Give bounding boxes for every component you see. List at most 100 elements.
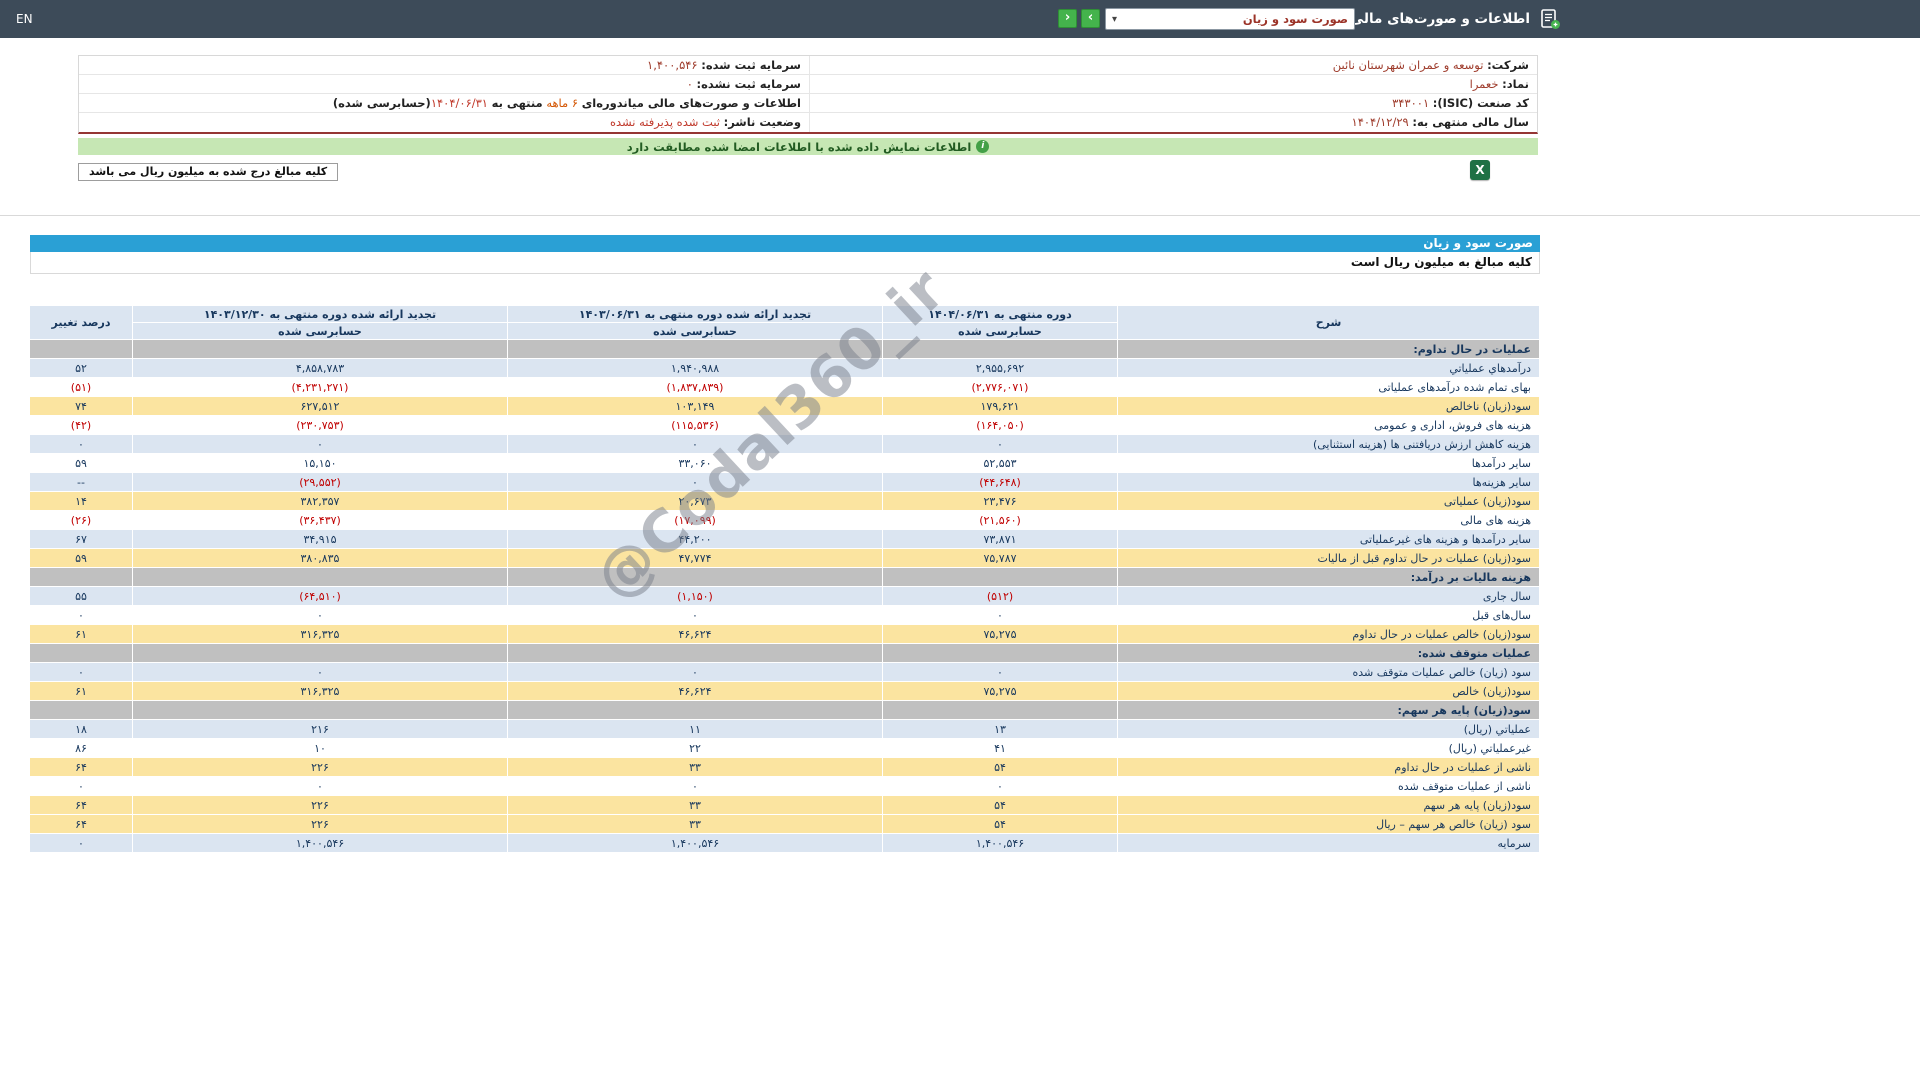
value-restated-midyear: (۱۷,۰۹۹) xyxy=(507,510,883,530)
value-change-percent: ۵۹ xyxy=(29,453,133,473)
col-header-restated-midyear: تجدید ارائه شده دوره منتهی به ۱۴۰۳/۰۶/۳۱ xyxy=(507,305,883,323)
statement-unit-note: کلیه مبالغ به میلیون ریال است xyxy=(30,252,1540,274)
section-label: عملیات در حال تداوم: xyxy=(1117,339,1540,359)
value-restated-midyear: (۱,۱۵۰) xyxy=(507,586,883,606)
fiscal-year-value: ۱۴۰۴/۱۲/۲۹ xyxy=(1351,115,1409,129)
row-label: سال جاری xyxy=(1117,586,1540,606)
statement-row: هزینه های فروش، اداری و عمومی (۱۶۴,۰۵۰) (۱… xyxy=(29,415,1540,435)
value-current-period: ۷۵,۲۷۵ xyxy=(882,624,1118,644)
income-statement-table: شرح دوره منتهی به ۱۴۰۴/۰۶/۳۱ تجدید ارائه… xyxy=(29,305,1540,853)
value-change-percent: ۶۱ xyxy=(29,681,133,701)
value-restated-midyear: ۲۰,۶۷۳ xyxy=(507,491,883,511)
row-label: سود(زیان) عملیات در حال تداوم قبل از مال… xyxy=(1117,548,1540,568)
statement-row: هزینه کاهش ارزش دریافتنی ها (هزینه استثن… xyxy=(29,434,1540,454)
section-empty-cell xyxy=(29,700,133,720)
section-empty-cell xyxy=(507,700,883,720)
section-empty-cell xyxy=(132,700,508,720)
statement-row: سود (زیان) خالص هر سهم – ریال ۵۴ ۳۳ ۲۲۶ ۶۴ xyxy=(29,814,1540,834)
signature-match-banner: i اطلاعات نمایش داده شده با اطلاعات امضا… xyxy=(78,138,1538,155)
section-label: سود(زیان) پایه هر سهم: xyxy=(1117,700,1540,720)
value-current-period: (۲,۷۷۶,۰۷۱) xyxy=(882,377,1118,397)
period-end-date: ۱۴۰۴/۰۶/۳۱ xyxy=(430,96,488,110)
section-empty-cell xyxy=(882,700,1118,720)
value-current-period: ۰ xyxy=(882,662,1118,682)
value-restated-annual: (۳۶,۴۳۷) xyxy=(132,510,508,530)
company-info-row: کد صنعت (ISIC): ۳۴۳۰۰۱ اطلاعات و صورت‌ها… xyxy=(79,94,1537,113)
statement-row: ناشی از عملیات متوقف شده ۰ ۰ ۰ ۰ xyxy=(29,776,1540,796)
period-info-label: اطلاعات و صورت‌های مالی میاندوره‌ای xyxy=(581,96,801,110)
statement-row: سایر درآمدها و هزینه های غیرعملیاتی ۷۳,۸۷… xyxy=(29,529,1540,549)
row-label: هزینه های فروش، اداری و عمومی xyxy=(1117,415,1540,435)
registered-capital-label: سرمایه ثبت شده: xyxy=(701,58,801,72)
row-label: هزینه کاهش ارزش دریافتنی ها (هزینه استثن… xyxy=(1117,434,1540,454)
value-change-percent: ۰ xyxy=(29,776,133,796)
value-current-period: ۷۵,۲۷۵ xyxy=(882,681,1118,701)
statement-row: بهای تمام شده درآمدهای عملیاتی (۲,۷۷۶,۰۷۱… xyxy=(29,377,1540,397)
value-change-percent: ۶۷ xyxy=(29,529,133,549)
section-row: عملیات متوقف شده: xyxy=(29,643,1540,663)
company-label: شرکت: xyxy=(1487,58,1529,72)
value-current-period: ۰ xyxy=(882,776,1118,796)
section-empty-cell xyxy=(132,643,508,663)
value-change-percent: ۰ xyxy=(29,605,133,625)
value-restated-midyear: ۰ xyxy=(507,472,883,492)
value-current-period: ۵۴ xyxy=(882,757,1118,777)
row-label: عملیاتي (ریال) xyxy=(1117,719,1540,739)
value-restated-midyear: (۱۱۵,۵۳۶) xyxy=(507,415,883,435)
statement-row: عملیاتي (ریال) ۱۳ ۱۱ ۲۱۶ ۱۸ xyxy=(29,719,1540,739)
section-empty-cell xyxy=(132,339,508,359)
value-restated-midyear: ۰ xyxy=(507,605,883,625)
period-ending-label: منتهی به xyxy=(491,96,543,110)
value-current-period: ۵۲,۵۵۳ xyxy=(882,453,1118,473)
value-restated-annual: ۰ xyxy=(132,605,508,625)
value-change-percent: ۶۴ xyxy=(29,795,133,815)
section-empty-cell xyxy=(132,567,508,587)
value-current-period: ۴۱ xyxy=(882,738,1118,758)
value-change-percent: (۴۲) xyxy=(29,415,133,435)
statement-type-select[interactable]: صورت سود و زیان ▾ xyxy=(1105,8,1355,30)
language-en-link[interactable]: EN xyxy=(16,0,33,38)
statement-row: سود(زیان) ناخالص ۱۷۹,۶۲۱ ۱۰۳,۱۴۹ ۶۲۷,۵۱۲ ۷۴ xyxy=(29,396,1540,416)
value-restated-midyear: ۱,۴۰۰,۵۴۶ xyxy=(507,833,883,853)
next-statement-button[interactable]: › xyxy=(1081,9,1100,28)
fiscal-year-label: سال مالی منتهی به: xyxy=(1412,115,1529,129)
statement-type-selected-value: صورت سود و زیان xyxy=(1242,12,1348,26)
symbol-value: خعمرا xyxy=(1469,77,1499,91)
value-restated-midyear: ۳۳,۰۶۰ xyxy=(507,453,883,473)
excel-export-icon[interactable]: X xyxy=(1470,160,1490,180)
chevron-down-icon: ▾ xyxy=(1112,13,1118,25)
value-restated-midyear: ۴۷,۷۷۴ xyxy=(507,548,883,568)
row-label: سال‌های قبل xyxy=(1117,605,1540,625)
col-header-restated-annual: تجدید ارائه شده دوره منتهی به ۱۴۰۳/۱۲/۳۰ xyxy=(132,305,508,323)
value-current-period: (۵۱۲) xyxy=(882,586,1118,606)
row-label: بهای تمام شده درآمدهای عملیاتی xyxy=(1117,377,1540,397)
company-info-table: شرکت: توسعه و عمران شهرستان نائین سرمایه… xyxy=(78,55,1538,134)
value-restated-annual: (۲۹,۵۵۲) xyxy=(132,472,508,492)
value-restated-annual: (۲۳۰,۷۵۳) xyxy=(132,415,508,435)
value-change-percent: ۶۴ xyxy=(29,757,133,777)
value-restated-annual: ۳۴,۹۱۵ xyxy=(132,529,508,549)
value-change-percent: ۰ xyxy=(29,662,133,682)
value-current-period: ۷۵,۷۸۷ xyxy=(882,548,1118,568)
top-navigation-bar: اطلاعات و صورت‌های مالی میاندوره‌ای صورت… xyxy=(0,0,1920,38)
col-header-description: شرح xyxy=(1117,305,1540,340)
value-restated-annual: ۴,۸۵۸,۷۸۳ xyxy=(132,358,508,378)
report-copy-icon[interactable] xyxy=(1538,7,1562,31)
row-label: سود(زیان) ناخالص xyxy=(1117,396,1540,416)
company-info-row: نماد: خعمرا سرمایه ثبت نشده: ۰ xyxy=(79,75,1537,94)
audited-suffix: (حسابرسی شده) xyxy=(332,96,431,110)
prev-statement-button[interactable]: ‹ xyxy=(1058,9,1077,28)
value-current-period: ۱۳ xyxy=(882,719,1118,739)
statement-row: سرمایه ۱,۴۰۰,۵۴۶ ۱,۴۰۰,۵۴۶ ۱,۴۰۰,۵۴۶ ۰ xyxy=(29,833,1540,853)
value-restated-midyear: ۱۱ xyxy=(507,719,883,739)
value-current-period: ۲۳,۴۷۶ xyxy=(882,491,1118,511)
section-label: هزینه مالیات بر درآمد: xyxy=(1117,567,1540,587)
section-empty-cell xyxy=(882,339,1118,359)
col-subheader-audited: حسابرسی شده xyxy=(132,322,508,340)
value-restated-midyear: ۰ xyxy=(507,434,883,454)
value-change-percent: ۱۸ xyxy=(29,719,133,739)
value-current-period: (۲۱,۵۶۰) xyxy=(882,510,1118,530)
value-restated-midyear: ۳۳ xyxy=(507,795,883,815)
row-label: سود(زیان) خالص xyxy=(1117,681,1540,701)
value-change-percent: ۵۲ xyxy=(29,358,133,378)
